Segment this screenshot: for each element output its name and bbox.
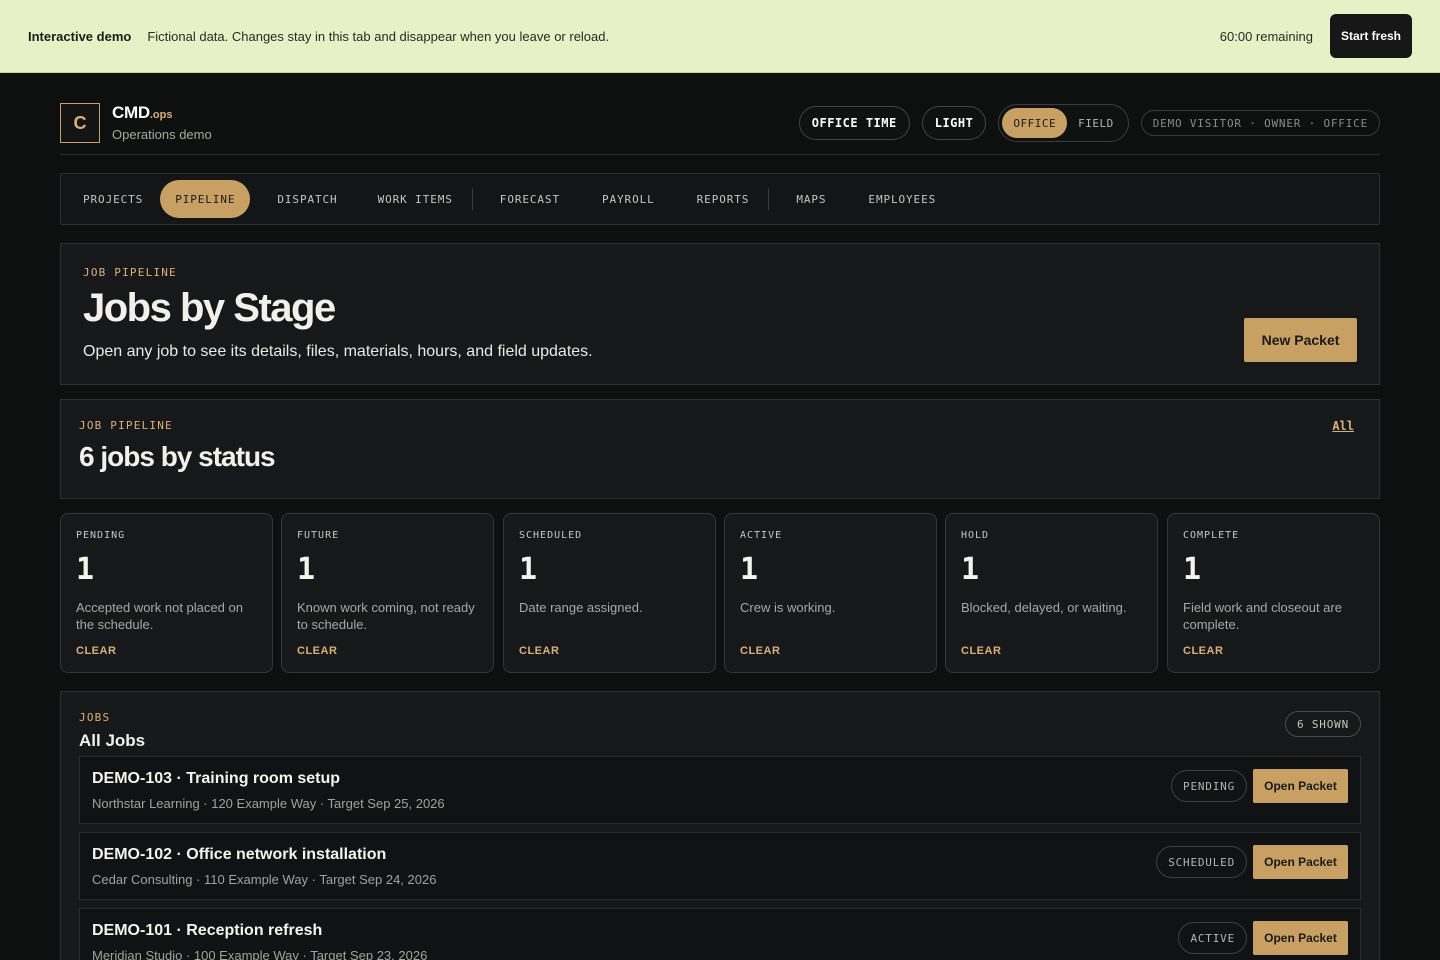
status-card-count: 1	[740, 552, 759, 587]
clear-filter-button[interactable]: CLEAR	[297, 645, 337, 657]
status-card-pending[interactable]: PENDING 1 Accepted work not placed on th…	[60, 513, 273, 673]
job-row[interactable]: DEMO-101 · Reception refresh Meridian St…	[79, 908, 1361, 960]
office-time-button[interactable]: OFFICE TIME	[798, 106, 910, 140]
status-card-description: Blocked, delayed, or waiting.	[961, 600, 1127, 615]
job-meta: Northstar Learning · 120 Example Way · T…	[92, 796, 445, 811]
demo-timer: 60:00 remaining	[1219, 28, 1313, 44]
status-card-label: SCHEDULED	[519, 530, 583, 541]
job-row[interactable]: DEMO-102 · Office network installation C…	[79, 832, 1361, 900]
nav-divider	[768, 188, 770, 210]
theme-toggle-button[interactable]: LIGHT	[921, 106, 987, 140]
clear-filter-button[interactable]: CLEAR	[740, 645, 780, 657]
new-packet-button[interactable]: New Packet	[1244, 318, 1357, 362]
demo-tag: Interactive demo	[28, 28, 132, 44]
nav-item-maps[interactable]: MAPS	[783, 180, 839, 218]
status-cards: PENDING 1 Accepted work not placed on th…	[60, 513, 1380, 673]
status-card-description: Known work coming, not ready to schedule…	[297, 600, 475, 632]
status-card-count: 1	[519, 552, 538, 587]
jobs-eyebrow: JOBS	[79, 711, 111, 724]
nav-divider	[471, 188, 473, 210]
status-card-active[interactable]: ACTIVE 1 Crew is working. CLEAR	[724, 513, 937, 673]
status-card-label: FUTURE	[297, 530, 340, 541]
status-card-hold[interactable]: HOLD 1 Blocked, delayed, or waiting. CLE…	[945, 513, 1158, 673]
page-description: Open any job to see its details, files, …	[83, 343, 593, 360]
status-title: 6 jobs by status	[79, 441, 276, 472]
status-card-description: Accepted work not placed on the schedule…	[76, 600, 243, 632]
brand-suffix: .ops	[149, 109, 173, 121]
app-header: C CMD.ops Operations demo OFFICE TIME LI…	[60, 103, 1380, 155]
status-card-count: 1	[1183, 552, 1202, 587]
logo-mark[interactable]: C	[60, 103, 100, 143]
status-card-count: 1	[76, 552, 95, 587]
status-card-scheduled[interactable]: SCHEDULED 1 Date range assigned. CLEAR	[503, 513, 716, 673]
mode-toggle: OFFICE FIELD	[998, 104, 1129, 142]
job-status-badge: SCHEDULED	[1156, 846, 1247, 878]
status-card-label: COMPLETE	[1183, 530, 1240, 541]
clear-filter-button[interactable]: CLEAR	[961, 645, 1001, 657]
job-meta: Meridian Studio · 100 Example Way · Targ…	[92, 948, 428, 960]
brand-name: CMD	[112, 103, 150, 122]
status-card-label: ACTIVE	[740, 530, 783, 541]
clear-filter-button[interactable]: CLEAR	[1183, 645, 1223, 657]
brand-subtitle: Operations demo	[112, 127, 212, 142]
nav-item-work-items[interactable]: WORK ITEMS	[365, 180, 466, 218]
visitor-badge: DEMO VISITOR · OWNER · OFFICE	[1140, 110, 1380, 136]
hero-eyebrow: JOB PIPELINE	[83, 266, 177, 279]
nav-item-employees[interactable]: EMPLOYEES	[855, 180, 949, 218]
clear-filter-button[interactable]: CLEAR	[519, 645, 559, 657]
page-title: Jobs by Stage	[83, 286, 336, 330]
demo-banner: Interactive demo Fictional data. Changes…	[0, 0, 1440, 73]
job-meta: Cedar Consulting · 110 Example Way · Tar…	[92, 872, 437, 887]
job-actions: SCHEDULED Open Packet	[1156, 845, 1348, 879]
status-card-future[interactable]: FUTURE 1 Known work coming, not ready to…	[281, 513, 494, 673]
jobs-count-badge: 6 SHOWN	[1285, 711, 1361, 737]
header-controls: OFFICE TIME LIGHT OFFICE FIELD DEMO VISI…	[798, 104, 1380, 142]
status-card-description: Date range assigned.	[519, 600, 643, 615]
status-eyebrow: JOB PIPELINE	[79, 419, 173, 432]
mode-option-field[interactable]: FIELD	[1067, 108, 1125, 138]
open-packet-button[interactable]: Open Packet	[1253, 921, 1348, 955]
all-statuses-link[interactable]: All	[1332, 419, 1354, 433]
nav-item-pipeline[interactable]: PIPELINE	[160, 180, 251, 218]
job-title: DEMO-101 · Reception refresh	[92, 922, 323, 939]
job-actions: PENDING Open Packet	[1171, 769, 1348, 803]
job-title: DEMO-102 · Office network installation	[92, 846, 387, 863]
start-fresh-button[interactable]: Start fresh	[1330, 14, 1412, 58]
job-status-badge: ACTIVE	[1178, 922, 1247, 954]
clear-filter-button[interactable]: CLEAR	[76, 645, 116, 657]
status-card-count: 1	[297, 552, 316, 587]
open-packet-button[interactable]: Open Packet	[1253, 845, 1348, 879]
brand: CMD.ops Operations demo	[112, 103, 212, 142]
jobs-title: All Jobs	[79, 731, 146, 750]
nav-item-payroll[interactable]: PAYROLL	[589, 180, 668, 218]
nav-item-forecast[interactable]: FORECAST	[487, 180, 573, 218]
status-card-label: PENDING	[76, 530, 126, 541]
job-status-badge: PENDING	[1171, 770, 1247, 802]
nav-item-projects[interactable]: PROJECTS	[70, 180, 156, 218]
demo-message: Fictional data. Changes stay in this tab…	[147, 28, 610, 44]
job-row[interactable]: DEMO-103 · Training room setup Northstar…	[79, 756, 1361, 824]
job-title: DEMO-103 · Training room setup	[92, 770, 341, 787]
page-hero: JOB PIPELINE Jobs by Stage Open any job …	[60, 243, 1380, 385]
nav-item-reports[interactable]: REPORTS	[684, 180, 763, 218]
status-card-label: HOLD	[961, 530, 990, 541]
main-nav: PROJECTS PIPELINE DISPATCH WORK ITEMS FO…	[60, 173, 1380, 225]
job-actions: ACTIVE Open Packet	[1178, 921, 1348, 955]
status-card-complete[interactable]: COMPLETE 1 Field work and closeout are c…	[1167, 513, 1380, 673]
status-card-description: Crew is working.	[740, 600, 836, 615]
jobs-panel: JOBS All Jobs 6 SHOWN DEMO-103 · Trainin…	[60, 691, 1380, 960]
status-card-count: 1	[961, 552, 980, 587]
mode-option-office[interactable]: OFFICE	[1002, 108, 1068, 138]
status-card-description: Field work and closeout are complete.	[1183, 600, 1342, 632]
nav-item-dispatch[interactable]: DISPATCH	[264, 180, 350, 218]
open-packet-button[interactable]: Open Packet	[1253, 769, 1348, 803]
status-summary: JOB PIPELINE 6 jobs by status All	[60, 399, 1380, 499]
